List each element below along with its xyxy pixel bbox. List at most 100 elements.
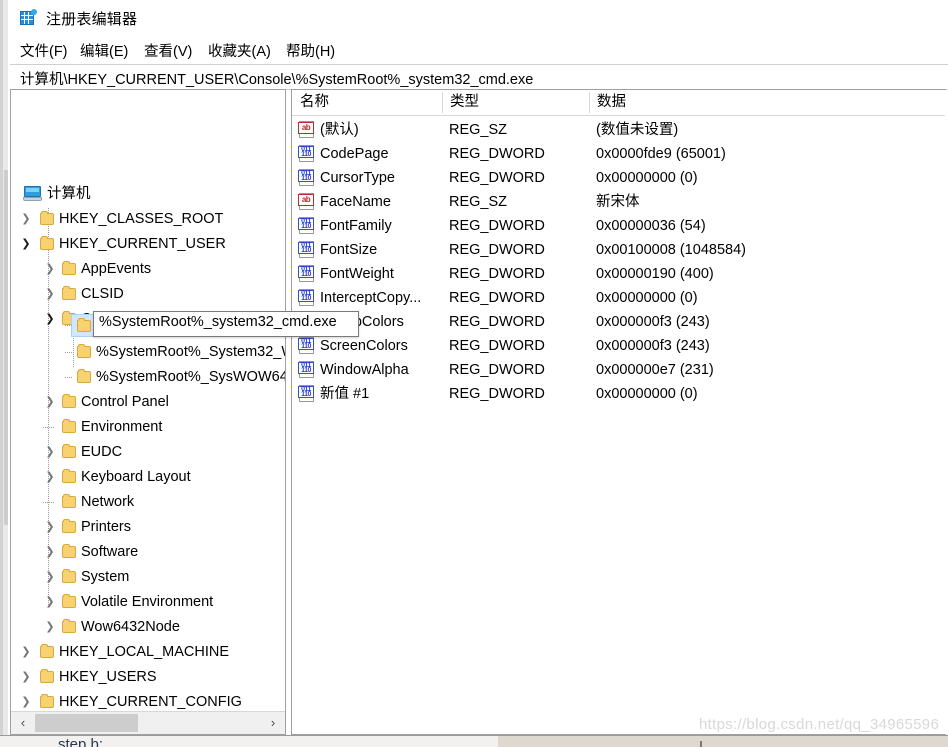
- scroll-right-icon[interactable]: ›: [263, 712, 283, 734]
- table-row[interactable]: 011 110 FontSize REG_DWORD 0x00100008 (10…: [292, 238, 945, 262]
- folder-icon: [40, 236, 54, 250]
- tree-node-label: HKEY_LOCAL_MACHINE: [59, 644, 230, 660]
- menu-file[interactable]: 文件(F): [16, 38, 72, 63]
- folder-icon: [77, 318, 91, 332]
- value-name: InterceptCopy...: [320, 290, 422, 306]
- column-header-data[interactable]: 数据: [589, 90, 945, 115]
- chevron-right-icon[interactable]: ❯: [43, 540, 57, 565]
- menu-edit[interactable]: 编辑(E): [76, 38, 132, 63]
- chevron-right-icon[interactable]: ❯: [43, 465, 57, 490]
- value-name: ScreenColors: [320, 338, 408, 354]
- table-row[interactable]: 011 110 FontWeight REG_DWORD 0x00000190 (…: [292, 262, 945, 286]
- table-row[interactable]: 011 110 WindowAlpha REG_DWORD 0x000000e7 …: [292, 358, 945, 382]
- value-name: CursorType: [320, 170, 395, 186]
- tree-node-label: HKEY_CURRENT_USER: [59, 236, 226, 252]
- tree-node-label: Wow6432Node: [81, 619, 180, 635]
- value-type: REG_DWORD: [449, 170, 545, 186]
- value-data: 0x00000000 (0): [596, 290, 698, 306]
- menu-file-label: 文件(F): [20, 44, 68, 60]
- chevron-right-icon[interactable]: ❯: [43, 257, 57, 282]
- tree-connector: [43, 427, 55, 428]
- value-data: 0x0000fde9 (65001): [596, 146, 726, 162]
- reg-dword-icon: 011110: [298, 337, 315, 354]
- folder-icon: [62, 594, 76, 608]
- title-bar: 注册表编辑器: [8, 0, 948, 34]
- chevron-right-icon[interactable]: ❯: [43, 615, 57, 640]
- list-header: 名称 类型 数据: [292, 90, 945, 116]
- rename-key-input[interactable]: %SystemRoot%_system32_cmd.exe: [93, 311, 359, 337]
- value-data: 0x000000f3 (243): [596, 338, 710, 354]
- value-data: 0x00000000 (0): [596, 170, 698, 186]
- scroll-left-icon[interactable]: ‹: [13, 712, 33, 734]
- tree-node-label: System: [81, 569, 130, 585]
- folder-icon: [40, 669, 54, 683]
- tree-node-label: HKEY_CLASSES_ROOT: [59, 211, 224, 227]
- computer-icon: [23, 186, 42, 202]
- table-row[interactable]: 011 110 CodePage REG_DWORD 0x0000fde9 (65…: [292, 142, 945, 166]
- chevron-right-icon[interactable]: ❯: [19, 690, 33, 710]
- menu-view-label: 查看(V): [144, 44, 193, 60]
- column-header-name[interactable]: 名称: [292, 90, 442, 115]
- chevron-right-icon[interactable]: ❯: [43, 440, 57, 465]
- value-name: FaceName: [320, 194, 391, 210]
- menu-edit-label: 编辑(E): [80, 44, 129, 60]
- folder-icon: [62, 419, 76, 433]
- value-type: REG_DWORD: [449, 218, 545, 234]
- column-header-type[interactable]: 类型: [442, 90, 589, 115]
- table-row[interactable]: ab FaceName REG_SZ 新宋体: [292, 190, 945, 214]
- chevron-right-icon[interactable]: ❯: [43, 565, 57, 590]
- tree-connector: [65, 377, 73, 378]
- folder-icon: [62, 569, 76, 583]
- chevron-right-icon[interactable]: ❯: [19, 640, 33, 665]
- registry-values-pane[interactable]: 名称 类型 数据 ab (默认) REG_SZ (数值未设置) 011 110 C…: [291, 89, 946, 735]
- value-data: 0x00000000 (0): [596, 386, 698, 402]
- table-row[interactable]: 011 110 FontFamily REG_DWORD 0x00000036 (…: [292, 214, 945, 238]
- chevron-down-icon[interactable]: ❯: [19, 232, 33, 257]
- chevron-right-icon[interactable]: ❯: [19, 207, 33, 232]
- folder-icon: [62, 519, 76, 533]
- chevron-right-icon[interactable]: ❯: [43, 590, 57, 615]
- chevron-right-icon[interactable]: ❯: [43, 390, 57, 415]
- chevron-right-icon[interactable]: ❯: [19, 665, 33, 690]
- value-data: 0x000000f3 (243): [596, 314, 710, 330]
- registry-tree-pane[interactable]: 计算机 ❯ HKEY_CLASSES_ROOT ❯ HKEY_CURRENT_U…: [10, 89, 286, 735]
- value-type: REG_DWORD: [449, 386, 545, 402]
- folder-icon: [77, 369, 91, 383]
- table-row[interactable]: 011 110 CursorType REG_DWORD 0x00000000 (…: [292, 166, 945, 190]
- value-name: 新值 #1: [320, 386, 370, 402]
- scroll-thumb[interactable]: [35, 714, 138, 732]
- chevron-down-icon[interactable]: ❯: [43, 307, 57, 332]
- table-row[interactable]: 011 110 InterceptCopy... REG_DWORD 0x0000…: [292, 286, 945, 310]
- tree-node-label: %SystemRoot%_SysWOW64_WindowsPowerShell_…: [96, 369, 285, 385]
- chevron-right-icon[interactable]: ❯: [43, 515, 57, 540]
- table-row[interactable]: 011110 PopupColors REG_DWORD 0x000000f3 …: [292, 310, 945, 334]
- folder-icon: [40, 211, 54, 225]
- tree-node-label: Network: [81, 494, 135, 510]
- value-type: REG_SZ: [449, 194, 508, 210]
- table-row[interactable]: 011 110 新值 #1 REG_DWORD 0x00000000 (0): [292, 382, 945, 406]
- tree-node-label: Environment: [81, 419, 163, 435]
- rename-key-value: %SystemRoot%_system32_cmd.exe: [99, 314, 337, 330]
- table-row[interactable]: ab (默认) REG_SZ (数值未设置): [292, 118, 945, 142]
- chevron-right-icon[interactable]: ❯: [43, 282, 57, 307]
- value-name: CodePage: [320, 146, 389, 162]
- menu-favorites[interactable]: 收藏夹(A): [204, 38, 275, 63]
- tree-node-label: HKEY_USERS: [59, 669, 157, 685]
- address-bar[interactable]: 计算机\HKEY_CURRENT_USER\Console\%SystemRoo…: [10, 64, 948, 90]
- tree-node-label: Keyboard Layout: [81, 469, 191, 485]
- value-name: (默认): [320, 122, 359, 138]
- value-type: REG_DWORD: [449, 242, 545, 258]
- value-type: REG_DWORD: [449, 146, 545, 162]
- table-row[interactable]: 011 110 ScreenColors REG_DWORD 0x000000f3…: [292, 334, 945, 358]
- tree-horizontal-scrollbar[interactable]: ‹ ›: [11, 711, 285, 734]
- menu-help[interactable]: 帮助(H): [282, 38, 339, 63]
- reg-dword-icon: 011110: [298, 241, 315, 258]
- folder-icon: [62, 544, 76, 558]
- menu-view[interactable]: 查看(V): [140, 38, 196, 63]
- folder-icon: [62, 286, 76, 300]
- value-data: (数值未设置): [596, 122, 679, 138]
- tree-connector: [43, 502, 55, 503]
- registry-tree[interactable]: 计算机 ❯ HKEY_CLASSES_ROOT ❯ HKEY_CURRENT_U…: [11, 90, 285, 710]
- address-path: 计算机\HKEY_CURRENT_USER\Console\%SystemRoo…: [20, 72, 534, 88]
- value-type: REG_SZ: [449, 122, 508, 138]
